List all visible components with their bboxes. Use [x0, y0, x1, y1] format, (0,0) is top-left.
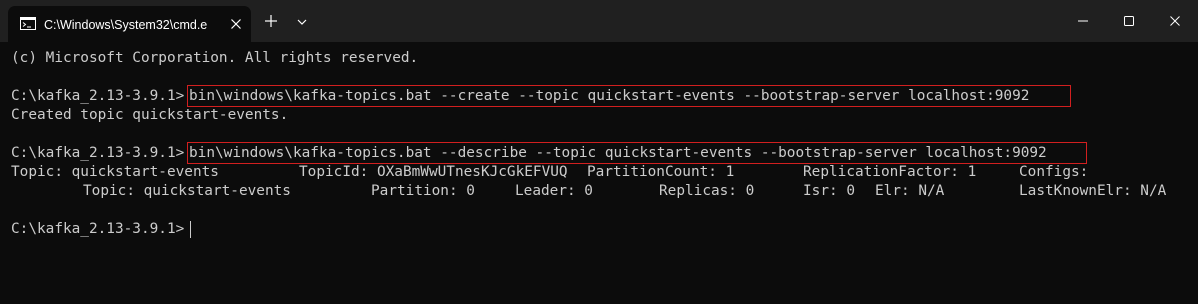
tab-title: C:\Windows\System32\cmd.e	[44, 18, 208, 32]
minimize-icon	[1078, 20, 1088, 22]
describe-configs: Configs:	[1019, 164, 1089, 180]
copyright-line: (c) Microsoft Corporation. All rights re…	[11, 50, 419, 66]
partition-topic: Topic: quickstart-events	[83, 183, 291, 199]
describe-replication-factor: ReplicationFactor: 1	[803, 164, 977, 180]
close-icon[interactable]	[228, 16, 244, 32]
title-bar: C:\Windows\System32\cmd.e	[0, 0, 1198, 42]
prompt: C:\kafka_2.13-3.9.1>	[11, 221, 185, 237]
maximize-button[interactable]	[1106, 0, 1152, 42]
terminal-output[interactable]: (c) Microsoft Corporation. All rights re…	[0, 42, 1198, 304]
current-prompt-line: C:\kafka_2.13-3.9.1>	[11, 220, 184, 239]
terminal-icon	[20, 17, 36, 30]
partition-elr: Elr: N/A	[875, 183, 945, 199]
describe-partition-count: PartitionCount: 1	[587, 164, 735, 180]
create-command-highlight	[187, 85, 1071, 107]
describe-command-highlight	[187, 142, 1087, 164]
partition-leader: Leader: 0	[515, 183, 593, 199]
describe-header-row: Topic: quickstart-events TopicId: OXaBmW…	[11, 163, 1191, 182]
partition-isr: Isr: 0	[803, 183, 855, 199]
terminal-window: C:\Windows\System32\cmd.e (c) Microsoft …	[0, 0, 1198, 304]
window-close-button[interactable]	[1152, 0, 1198, 42]
partition-number: Partition: 0	[371, 183, 475, 199]
maximize-icon	[1124, 16, 1134, 26]
tab-cmd[interactable]: C:\Windows\System32\cmd.e	[8, 6, 251, 42]
prompt: C:\kafka_2.13-3.9.1>	[11, 145, 185, 161]
create-output-line: Created topic quickstart-events.	[11, 107, 289, 123]
describe-partition-row: Topic: quickstart-events Partition: 0 Le…	[11, 182, 1191, 201]
describe-topic-id: TopicId: OXaBmWwUTnesKJcGkEFVUQ	[299, 164, 568, 180]
partition-last-known-elr: LastKnownElr: N/A	[1019, 183, 1167, 199]
chevron-down-icon[interactable]	[295, 15, 309, 29]
partition-replicas: Replicas: 0	[659, 183, 755, 199]
window-close-icon	[1170, 16, 1180, 26]
command-line-describe: C:\kafka_2.13-3.9.1> bin\windows\kafka-t…	[11, 144, 1047, 163]
describe-topic: Topic: quickstart-events	[11, 164, 219, 180]
command-line-create: C:\kafka_2.13-3.9.1> bin\windows\kafka-t…	[11, 87, 1029, 106]
text-cursor	[190, 221, 191, 238]
prompt: C:\kafka_2.13-3.9.1>	[11, 88, 185, 104]
plus-icon[interactable]	[263, 13, 279, 29]
minimize-button[interactable]	[1060, 0, 1106, 42]
